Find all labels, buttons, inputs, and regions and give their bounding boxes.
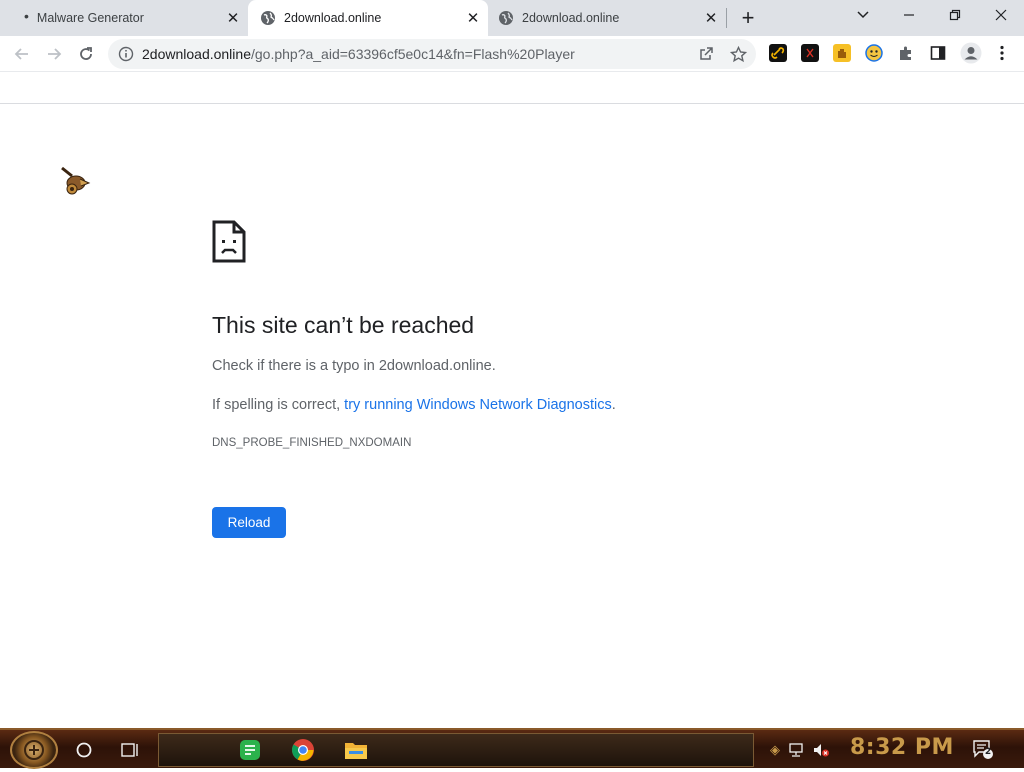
tab-title: Malware Generator [36,11,144,25]
minimize-button[interactable] [886,0,932,30]
extension-hand-icon[interactable] [833,44,851,62]
tab-2download-active[interactable]: 2download.online ✕ [248,0,488,36]
side-panel-icon[interactable] [929,44,947,62]
typo-hint: Check if there is a typo in 2download.on… [212,358,496,374]
tab-2download-inactive[interactable]: 2download.online ✕ [488,0,726,36]
sad-page-icon [212,220,246,268]
chrome-app-button[interactable] [291,738,315,762]
extension-red-icon[interactable] [801,44,819,62]
chevron-down-icon [857,11,869,19]
new-tab-button[interactable]: + [736,5,760,30]
tray-overflow-icon[interactable]: ◈ [766,741,784,759]
tab-title: 2download.online [522,11,620,25]
network-icon[interactable] [788,741,806,759]
close-icon[interactable]: ✕ [464,9,482,27]
info-icon[interactable] [118,46,134,62]
bookmark-button[interactable] [728,44,748,64]
bookmarks-divider [0,103,1024,104]
error-title: This site can’t be reached [212,312,475,338]
notification-center-button[interactable]: 2 [972,738,994,760]
task-view-icon [121,743,138,757]
start-orb-icon [24,740,44,760]
refresh-icon [80,47,92,60]
file-explorer-button[interactable] [344,738,368,762]
tab-separator [726,8,727,28]
toolbar: 2download.online/go.php?a_aid=63396cf5e0… [0,36,1024,72]
url-host: 2download.online [142,46,251,62]
minimize-icon [904,14,914,16]
back-button[interactable] [8,40,36,68]
address-bar[interactable]: 2download.online/go.php?a_aid=63396cf5e0… [108,39,756,69]
search-button[interactable] [72,738,96,762]
back-arrow-icon [14,48,28,60]
share-button[interactable] [696,44,716,64]
close-icon[interactable]: ✕ [224,9,242,27]
url-path: /go.php?a_aid=63396cf5e0c14&fn=Flash%20P… [250,46,575,62]
tab-malware-generator[interactable]: • Malware Generator ✕ [8,0,248,36]
close-icon [995,9,1007,21]
tab-title: 2download.online [284,11,382,25]
extension-face-icon[interactable] [865,44,883,62]
star-icon [729,45,747,62]
forward-button[interactable] [40,40,68,68]
network-diagnostics-link[interactable]: try running Windows Network Diagnostics [344,397,612,413]
taskbar-clock[interactable]: 8:32 PM [850,735,954,760]
restore-icon [949,9,961,21]
puzzle-icon[interactable] [897,44,915,62]
tab-strip: • Malware Generator ✕ 2download.online ✕… [0,0,1024,36]
chrome-icon [292,739,314,761]
globe-icon [261,11,275,25]
bird-cursor-icon [58,165,94,204]
task-view-button[interactable] [118,738,142,762]
url-text: 2download.online/go.php?a_aid=63396cf5e0… [142,46,575,62]
close-icon[interactable]: ✕ [702,9,720,27]
folder-icon [345,743,367,759]
reload-button[interactable]: Reload [212,507,286,538]
notes-icon [240,740,260,760]
taskbar: ◈ 8:32 PM 2 [0,728,1024,769]
tab-search-button[interactable] [840,0,886,30]
diagnostics-prefix: If spelling is correct, [212,397,345,413]
extension-link-icon[interactable] [769,44,787,62]
volume-muted-icon[interactable] [812,741,830,759]
profile-avatar-icon[interactable] [960,42,982,64]
close-window-button[interactable] [978,0,1024,30]
restore-button[interactable] [932,0,978,30]
menu-kebab-icon[interactable] [993,44,1011,62]
error-code: DNS_PROBE_FINISHED_NXDOMAIN [212,437,412,449]
diagnostics-suffix: . [611,397,616,413]
tab-loading-icon: • [24,8,29,24]
diagnostics-hint: If spelling is correct, try running Wind… [212,397,616,413]
notes-app-button[interactable] [238,738,262,762]
notification-count: 2 [984,747,992,757]
reload-toolbar-button[interactable] [72,40,100,68]
start-button[interactable] [10,731,58,769]
search-circle-icon [76,742,92,758]
globe-icon [499,11,513,25]
share-icon [700,47,713,60]
forward-arrow-icon [48,48,62,60]
